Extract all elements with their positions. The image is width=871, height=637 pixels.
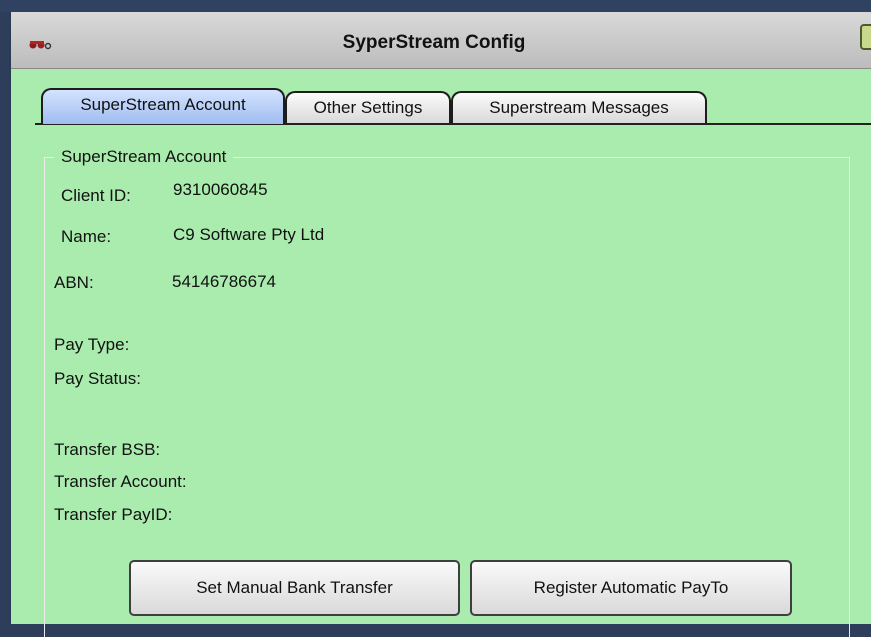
tab-other-settings[interactable]: Other Settings: [285, 91, 451, 124]
transfer-account-label: Transfer Account:: [54, 472, 187, 491]
register-automatic-payto-button[interactable]: Register Automatic PayTo: [470, 560, 792, 616]
desktop-background: [0, 0, 871, 12]
window-control-button[interactable]: [860, 24, 871, 50]
pay-status-label: Pay Status:: [54, 369, 141, 388]
config-window: SyperStream Config SuperStream Account O…: [9, 12, 871, 637]
group-title: SuperStream Account: [54, 147, 234, 167]
transfer-bsb-label: Transfer BSB:: [54, 440, 161, 459]
tab-superstream-account[interactable]: SuperStream Account: [41, 88, 285, 124]
client-id-label: Client ID:: [61, 186, 131, 205]
set-manual-bank-transfer-button[interactable]: Set Manual Bank Transfer: [129, 560, 460, 616]
window-title: SyperStream Config: [342, 32, 526, 53]
name-value: C9 Software Pty Ltd: [173, 225, 325, 244]
title-bar[interactable]: SyperStream Config: [11, 12, 871, 69]
abn-label: ABN:: [54, 273, 94, 292]
client-id-value: 9310060845: [173, 180, 268, 199]
pay-type-label: Pay Type:: [54, 335, 130, 354]
transfer-payid-label: Transfer PayID:: [54, 505, 173, 524]
name-label: Name:: [61, 227, 112, 246]
tab-superstream-messages[interactable]: Superstream Messages: [451, 91, 707, 124]
abn-value: 54146786674: [172, 272, 277, 291]
